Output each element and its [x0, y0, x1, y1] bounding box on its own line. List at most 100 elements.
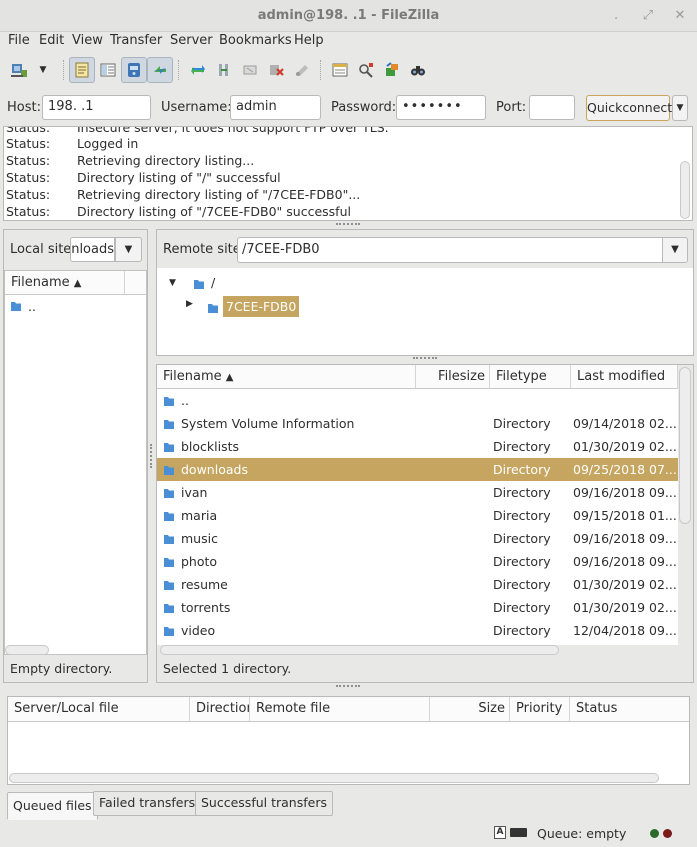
tree-collapse-icon[interactable]: ▼: [169, 278, 176, 288]
file-type: Directory: [493, 485, 551, 500]
disconnect-icon[interactable]: [263, 57, 289, 83]
remote-vscrollbar[interactable]: [679, 367, 691, 524]
splitter-handle[interactable]: [413, 357, 437, 361]
port-input[interactable]: [529, 95, 575, 120]
table-row[interactable]: blocklists Directory 01/30/2019 02...: [157, 435, 678, 458]
message-log[interactable]: Status: Insecure server, it does not supp…: [3, 126, 693, 221]
table-row[interactable]: maria Directory 09/15/2018 01...: [157, 504, 678, 527]
folder-icon: [164, 512, 174, 521]
file-modified: 09/25/2018 07...: [573, 462, 677, 477]
menu-help[interactable]: Help: [294, 32, 324, 50]
toggle-remote-tree-icon[interactable]: [121, 57, 147, 83]
local-column-header: Filename ▲: [5, 271, 146, 295]
col-filesize[interactable]: Filesize: [416, 365, 490, 389]
menu-server[interactable]: Server: [170, 32, 213, 50]
tab-queued-files[interactable]: Queued files: [7, 792, 98, 820]
search-remote-files-icon[interactable]: [405, 57, 431, 83]
minimize-icon[interactable]: ․: [608, 8, 624, 24]
remote-hscrollbar[interactable]: [160, 645, 559, 655]
folder-icon: [164, 558, 174, 567]
binary-mode-icon[interactable]: [510, 828, 527, 837]
local-hscrollbar[interactable]: [5, 645, 49, 655]
local-col-filename[interactable]: Filename ▲: [5, 271, 125, 295]
password-label: Password:: [331, 100, 397, 115]
splitter-handle[interactable]: [336, 223, 360, 227]
local-site-input[interactable]: nloads/: [70, 237, 115, 262]
tree-expand-icon[interactable]: ▶: [186, 299, 193, 309]
site-manager-dropdown-icon[interactable]: ▼: [32, 57, 54, 83]
table-row[interactable]: downloads Directory 09/25/2018 07...: [157, 458, 678, 481]
table-row[interactable]: photo Directory 09/16/2018 09...: [157, 550, 678, 573]
col-filename[interactable]: Filename ▲: [157, 365, 416, 389]
table-row[interactable]: video Directory 12/04/2018 09...: [157, 619, 678, 642]
toolbar-separator: [178, 60, 179, 80]
cancel-operation-icon[interactable]: [237, 57, 263, 83]
file-type: Directory: [493, 508, 551, 523]
compare-directories-icon[interactable]: [353, 57, 379, 83]
close-icon[interactable]: ✕: [672, 8, 688, 24]
menu-view[interactable]: View: [72, 32, 103, 50]
file-type: Directory: [493, 416, 551, 431]
file-name: downloads: [181, 462, 248, 477]
file-name: System Volume Information: [181, 416, 355, 431]
vertical-splitter[interactable]: [150, 444, 154, 468]
menu-transfer[interactable]: Transfer: [110, 32, 162, 50]
refresh-icon[interactable]: [185, 57, 211, 83]
col-remote-file[interactable]: Remote file: [250, 697, 430, 721]
table-row[interactable]: torrents Directory 01/30/2019 02...: [157, 596, 678, 619]
toggle-local-tree-icon[interactable]: [95, 57, 121, 83]
transfer-type-icon[interactable]: A: [494, 826, 506, 839]
col-priority[interactable]: Priority: [510, 697, 570, 721]
remote-site-dropdown-icon[interactable]: ▼: [662, 237, 688, 263]
transfer-queue[interactable]: Server/Local file Direction Remote file …: [7, 696, 690, 785]
remote-site-input[interactable]: /7CEE-FDB0: [237, 237, 663, 263]
site-manager-icon[interactable]: [6, 57, 32, 83]
filter-icon[interactable]: [327, 57, 353, 83]
file-modified: 09/14/2018 02...: [573, 416, 677, 431]
maximize-icon[interactable]: ⤢: [640, 8, 656, 24]
username-input[interactable]: admin: [230, 95, 321, 120]
table-row[interactable]: ivan Directory 09/16/2018 09...: [157, 481, 678, 504]
table-row[interactable]: resume Directory 01/30/2019 02...: [157, 573, 678, 596]
reconnect-icon[interactable]: [289, 57, 315, 83]
col-direction[interactable]: Direction: [190, 697, 250, 721]
process-queue-icon[interactable]: [211, 57, 237, 83]
menu-bookmarks[interactable]: Bookmarks: [219, 32, 292, 50]
table-row[interactable]: music Directory 09/16/2018 09...: [157, 527, 678, 550]
window-title: admin@198. .1 - FileZilla: [257, 8, 440, 23]
queue-hscrollbar[interactable]: [9, 773, 659, 783]
toggle-queue-icon[interactable]: [147, 57, 173, 83]
menu-file[interactable]: File: [8, 32, 30, 50]
quickconnect-button[interactable]: Quickconnect: [586, 95, 672, 121]
log-row: Status: Directory listing of "/" successf…: [6, 170, 281, 185]
port-label: Port:: [496, 100, 527, 115]
log-scrollbar[interactable]: [680, 161, 690, 219]
tab-successful-transfers[interactable]: Successful transfers: [195, 791, 333, 816]
file-name: torrents: [181, 600, 231, 615]
menu-edit[interactable]: Edit: [39, 32, 64, 50]
folder-icon: [11, 302, 21, 311]
local-file-list[interactable]: Filename ▲ ..: [4, 270, 147, 655]
remote-directory-tree[interactable]: ▼ / ▶ 7CEE-FDB0: [157, 268, 693, 355]
password-input[interactable]: •••••••: [396, 95, 486, 120]
toggle-log-icon[interactable]: [69, 57, 95, 83]
folder-icon: [164, 627, 174, 636]
list-item[interactable]: ..: [5, 295, 146, 318]
table-row[interactable]: System Volume Information Directory 09/14/…: [157, 412, 678, 435]
quickconnect-dropdown-icon[interactable]: ▼: [672, 95, 688, 121]
col-last-modified[interactable]: Last modified: [571, 365, 678, 389]
local-site-dropdown-icon[interactable]: ▼: [115, 237, 142, 262]
synchronized-browsing-icon[interactable]: [379, 57, 405, 83]
splitter-handle[interactable]: [336, 685, 360, 689]
host-input[interactable]: 198. .1: [42, 95, 151, 120]
col-filetype[interactable]: Filetype: [490, 365, 571, 389]
remote-file-list[interactable]: Filename ▲ Filesize Filetype Last modifi…: [157, 365, 678, 645]
col-status[interactable]: Status: [570, 697, 689, 721]
remote-column-header: Filename ▲ Filesize Filetype Last modifi…: [157, 365, 678, 389]
tab-failed-transfers[interactable]: Failed transfers: [93, 791, 202, 816]
tree-node-root[interactable]: /: [211, 275, 215, 290]
table-row[interactable]: ..: [157, 389, 678, 412]
col-size[interactable]: Size: [430, 697, 510, 721]
tree-node-7cee-fdb0[interactable]: 7CEE-FDB0: [223, 296, 300, 317]
col-server-local-file[interactable]: Server/Local file: [8, 697, 190, 721]
